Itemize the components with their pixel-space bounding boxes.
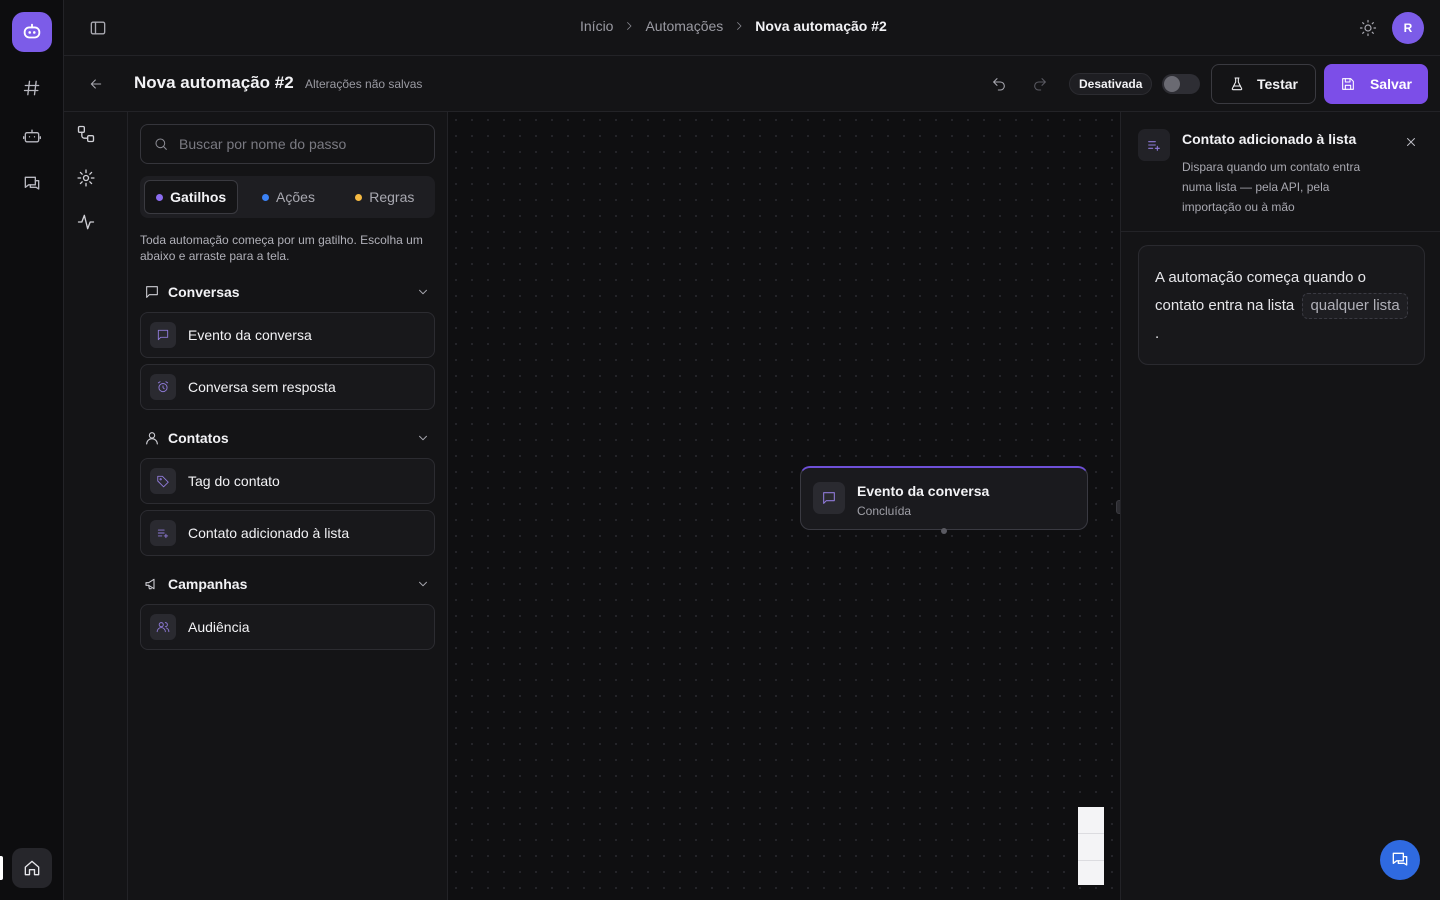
chevron-right-icon	[623, 20, 635, 32]
tab-label: Gatilhos	[170, 189, 227, 205]
editor-tool-rail	[64, 112, 128, 900]
save-button-label: Salvar	[1369, 76, 1413, 92]
node-title: Evento da conversa	[857, 483, 990, 499]
page-title: Nova automação #2	[134, 73, 294, 92]
users-icon	[150, 614, 176, 640]
step-contact-tag[interactable]: Tag do contato	[140, 458, 435, 504]
save-button[interactable]: Salvar	[1324, 64, 1428, 104]
flow-canvas[interactable]: Evento da conversa Concluída	[448, 112, 1120, 900]
message-square-icon	[150, 322, 176, 348]
group-label: Conversas	[168, 284, 240, 300]
conversations-icon[interactable]	[20, 172, 44, 196]
details-title: Contato adicionado à lista	[1182, 131, 1357, 147]
trigger-summary-card: A automação começa quando o contato entr…	[1138, 245, 1425, 365]
bot-icon[interactable]	[20, 124, 44, 148]
flask-icon	[1231, 77, 1243, 91]
app-rail	[0, 0, 64, 900]
list-plus-icon	[1138, 129, 1170, 161]
palette-hint: Toda automação começa por um gatilho. Es…	[140, 233, 423, 263]
search-icon	[155, 138, 167, 150]
list-plus-icon	[150, 520, 176, 546]
step-unanswered-conversation[interactable]: Conversa sem resposta	[140, 364, 435, 410]
sidebar-toggle-icon[interactable]	[88, 18, 108, 38]
group-label: Contatos	[168, 430, 229, 446]
details-description: Dispara quando um contato entra numa lis…	[1182, 160, 1361, 214]
step-conversation-event[interactable]: Evento da conversa	[140, 312, 435, 358]
group-label: Campanhas	[168, 576, 248, 592]
redo-icon[interactable]	[1032, 76, 1048, 92]
chevron-down-icon	[416, 577, 430, 591]
toggle-knob	[1164, 76, 1180, 92]
tag-icon	[150, 468, 176, 494]
details-header: Contato adicionado à lista Dispara quand…	[1121, 112, 1440, 232]
node-output-port[interactable]	[941, 528, 947, 534]
message-square-icon	[144, 284, 160, 300]
avatar[interactable]: R	[1392, 12, 1424, 44]
triggers-dot	[156, 193, 164, 201]
tab-triggers[interactable]: Gatilhos	[144, 180, 239, 214]
workflow-icon[interactable]	[76, 124, 96, 144]
step-type-tabs: Gatilhos Ações Regras	[140, 176, 435, 218]
search-box	[140, 124, 435, 164]
breadcrumb-home[interactable]: Início	[580, 18, 613, 34]
support-chat-button[interactable]	[1380, 840, 1420, 880]
back-arrow-icon[interactable]	[88, 76, 104, 92]
tab-actions[interactable]: Ações	[242, 180, 334, 214]
breadcrumb-current: Nova automação #2	[755, 18, 887, 34]
alarm-clock-icon	[150, 374, 176, 400]
app-logo[interactable]	[12, 12, 52, 52]
channels-hash-icon[interactable]	[20, 76, 44, 100]
status-badge: Desativada	[1069, 73, 1153, 95]
test-button[interactable]: Testar	[1211, 64, 1316, 104]
step-label: Tag do contato	[188, 473, 280, 489]
megaphone-icon	[144, 576, 160, 592]
trigger-node[interactable]: Evento da conversa Concluída	[800, 466, 1088, 534]
save-status: Alterações não salvas	[305, 77, 423, 91]
save-icon	[1342, 78, 1354, 90]
chat-bubbles-icon	[1392, 852, 1408, 866]
home-button[interactable]	[12, 848, 52, 888]
chevron-down-icon	[416, 285, 430, 299]
tab-rules[interactable]: Regras	[339, 180, 431, 214]
bot-logo-icon	[23, 23, 41, 39]
chevron-right-icon	[733, 20, 745, 32]
step-label: Conversa sem resposta	[188, 379, 336, 395]
step-contact-added-to-list[interactable]: Contato adicionado à lista	[140, 510, 435, 556]
editor-header: Nova automação #2 Alterações não salvas …	[64, 56, 1440, 112]
steps-palette: Gatilhos Ações Regras Toda automação com…	[128, 112, 448, 900]
step-label: Contato adicionado à lista	[188, 525, 350, 541]
zoom-controls[interactable]	[1078, 807, 1104, 885]
breadcrumb-automations[interactable]: Automações	[645, 18, 723, 34]
test-button-label: Testar	[1257, 76, 1298, 92]
top-bar: Início Automações Nova automação #2 R	[64, 0, 1440, 56]
theme-sun-icon[interactable]	[1359, 19, 1377, 37]
step-audience[interactable]: Audiência	[140, 604, 435, 650]
step-label: Audiência	[188, 619, 250, 635]
step-search-input[interactable]	[179, 136, 419, 152]
group-contacts[interactable]: Contatos	[144, 428, 434, 448]
active-indicator	[0, 856, 3, 880]
list-selector-chip[interactable]: qualquer lista	[1302, 293, 1408, 319]
actions-dot	[262, 193, 270, 201]
step-details-panel: Contato adicionado à lista Dispara quand…	[1120, 112, 1440, 900]
rules-dot	[355, 193, 363, 201]
close-icon[interactable]	[1404, 135, 1418, 149]
home-icon	[24, 860, 40, 876]
tab-label: Ações	[276, 189, 315, 205]
breadcrumb: Início Automações Nova automação #2	[580, 18, 887, 34]
undo-icon[interactable]	[991, 76, 1007, 92]
chevron-down-icon	[416, 431, 430, 445]
activity-icon[interactable]	[76, 212, 96, 232]
step-label: Evento da conversa	[188, 327, 312, 343]
settings-gear-icon[interactable]	[76, 168, 96, 188]
user-icon	[144, 430, 160, 446]
node-subtitle: Concluída	[857, 504, 912, 518]
tab-label: Regras	[369, 189, 415, 205]
activation-toggle[interactable]	[1162, 74, 1200, 94]
group-campaigns[interactable]: Campanhas	[144, 574, 434, 594]
sentence-end: .	[1155, 325, 1160, 342]
message-square-icon	[813, 482, 845, 514]
group-conversations[interactable]: Conversas	[144, 282, 434, 302]
